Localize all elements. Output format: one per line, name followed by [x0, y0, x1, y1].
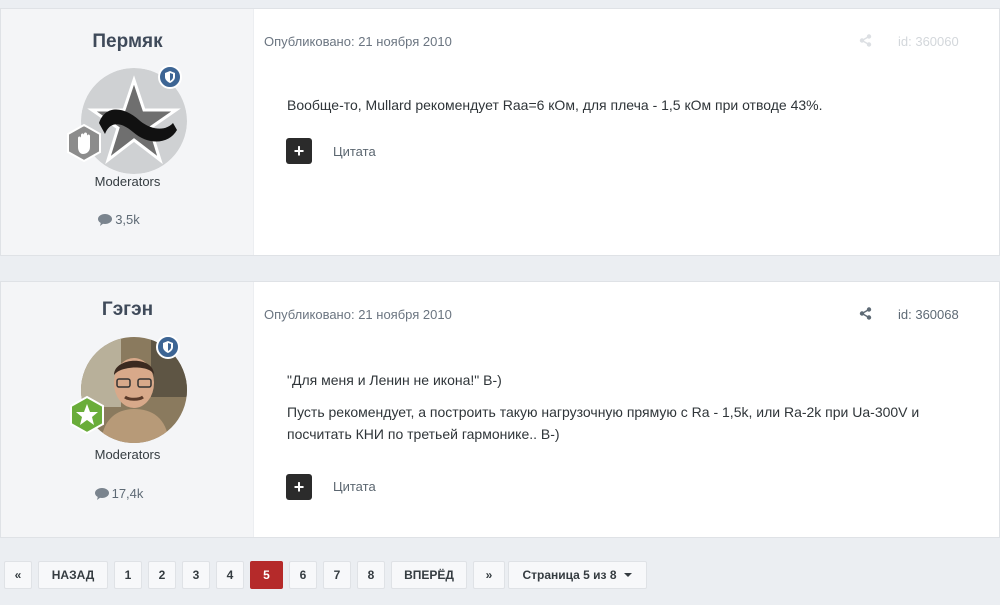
post-id[interactable]: id: 360068	[898, 307, 959, 322]
post-1: Пермяк Moderators 3,5k Опубликовано: 21 …	[0, 8, 1000, 256]
pagination: « НАЗАД 1 2 3 4 5 6 7 8 ВПЕРЁД »	[0, 561, 505, 589]
comment-icon	[98, 214, 113, 226]
quote-plus-button[interactable]: +	[286, 138, 312, 164]
page-jump-dropdown[interactable]: Страница 5 из 8	[508, 561, 647, 589]
page-button-4[interactable]: 4	[216, 561, 244, 589]
caret-down-icon	[623, 573, 632, 577]
post-body: Вообще-то, Mullard рекомендует Raa=6 кОм…	[287, 94, 987, 126]
page-jump-label: Страница 5 из 8	[522, 568, 617, 582]
post-paragraph: "Для меня и Ленин не икона!" B-)	[287, 372, 502, 388]
post-content: Опубликовано: 21 ноября 2010 id: 360060 …	[254, 9, 999, 255]
post-date[interactable]: Опубликовано: 21 ноября 2010	[264, 34, 452, 49]
comment-icon	[94, 488, 109, 500]
page-button-8[interactable]: 8	[357, 561, 385, 589]
page-button-1[interactable]: 1	[114, 561, 142, 589]
post-id[interactable]: id: 360060	[898, 34, 959, 49]
post-paragraph: Вообще-то, Mullard рекомендует Raa=6 кОм…	[287, 97, 823, 113]
author-name[interactable]: Гэгэн	[1, 299, 254, 321]
post-count-value: 17,4k	[111, 486, 144, 501]
moderator-shield-icon	[158, 65, 182, 89]
page-button-6[interactable]: 6	[289, 561, 317, 589]
author-panel: Пермяк Moderators 3,5k	[1, 9, 254, 255]
post-content: Опубликовано: 21 ноября 2010 id: 360068 …	[254, 282, 999, 537]
post-count: 3,5k	[1, 212, 237, 227]
share-icon[interactable]	[859, 307, 872, 325]
prev-page-button[interactable]: НАЗАД	[38, 561, 108, 589]
page-button-3[interactable]: 3	[182, 561, 210, 589]
last-page-button[interactable]: »	[473, 561, 505, 589]
page-button-2[interactable]: 2	[148, 561, 176, 589]
quote-label[interactable]: Цитата	[333, 479, 376, 494]
post-count-value: 3,5k	[115, 212, 140, 227]
post-body: "Для меня и Ленин не икона!" B-) Пусть р…	[287, 369, 972, 455]
post-2: Гэгэн Moderators 17,4k Опубликовано: 21 …	[0, 281, 1000, 538]
moderator-shield-icon	[156, 335, 180, 359]
hand-badge-icon	[64, 123, 104, 163]
share-icon[interactable]	[859, 34, 872, 52]
quote-label[interactable]: Цитата	[333, 144, 376, 159]
author-panel: Гэгэн Moderators 17,4k	[1, 282, 254, 537]
first-page-button[interactable]: «	[4, 561, 32, 589]
post-date[interactable]: Опубликовано: 21 ноября 2010	[264, 307, 452, 322]
page-button-7[interactable]: 7	[323, 561, 351, 589]
author-group: Moderators	[94, 174, 161, 189]
author-name[interactable]: Пермяк	[1, 31, 254, 53]
author-group: Moderators	[94, 447, 161, 462]
post-paragraph: Пусть рекомендует, а построить такую наг…	[287, 404, 920, 442]
next-page-button[interactable]: ВПЕРЁД	[391, 561, 467, 589]
quote-plus-button[interactable]: +	[286, 474, 312, 500]
post-count: 17,4k	[1, 486, 237, 501]
page-button-5-current[interactable]: 5	[250, 561, 283, 589]
star-badge-icon	[67, 395, 107, 435]
